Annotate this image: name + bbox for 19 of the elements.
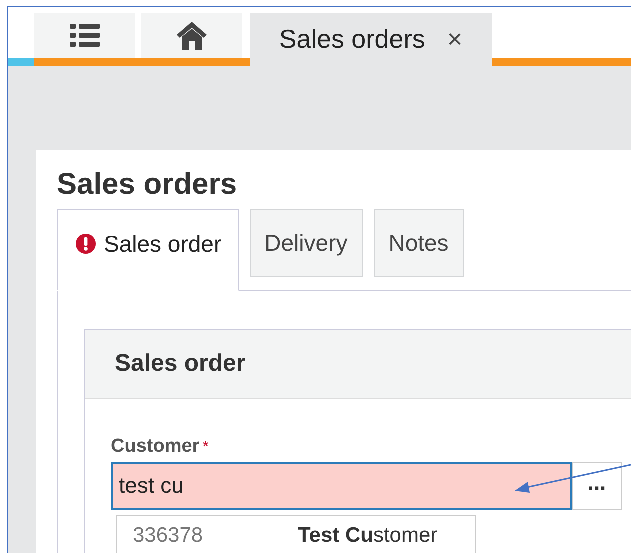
customer-number: 336378: [133, 523, 204, 549]
app-tab[interactable]: [34, 13, 135, 58]
app-tab[interactable]: Sales orders ×: [250, 13, 492, 66]
home-icon: [176, 22, 206, 50]
suggestion-item[interactable]: 336378 Test Customer: [116, 515, 476, 553]
lookup-button[interactable]: ...: [572, 462, 622, 510]
page-title: Sales orders: [57, 168, 238, 201]
form-tab[interactable]: Notes: [374, 209, 464, 277]
app-tab[interactable]: [141, 13, 242, 58]
field-label: Customer: [111, 436, 200, 457]
customer-name: Test Customer: [298, 523, 438, 549]
list-icon: [70, 22, 100, 48]
close-icon[interactable]: ×: [447, 20, 463, 59]
form-tab[interactable]: Delivery: [250, 209, 363, 277]
section-title: Sales order: [85, 330, 631, 399]
required-mark: *: [202, 439, 209, 456]
accent-bar: [8, 58, 34, 66]
customer-field[interactable]: test cu: [111, 462, 572, 510]
form-tab[interactable]: Sales order: [57, 209, 239, 291]
